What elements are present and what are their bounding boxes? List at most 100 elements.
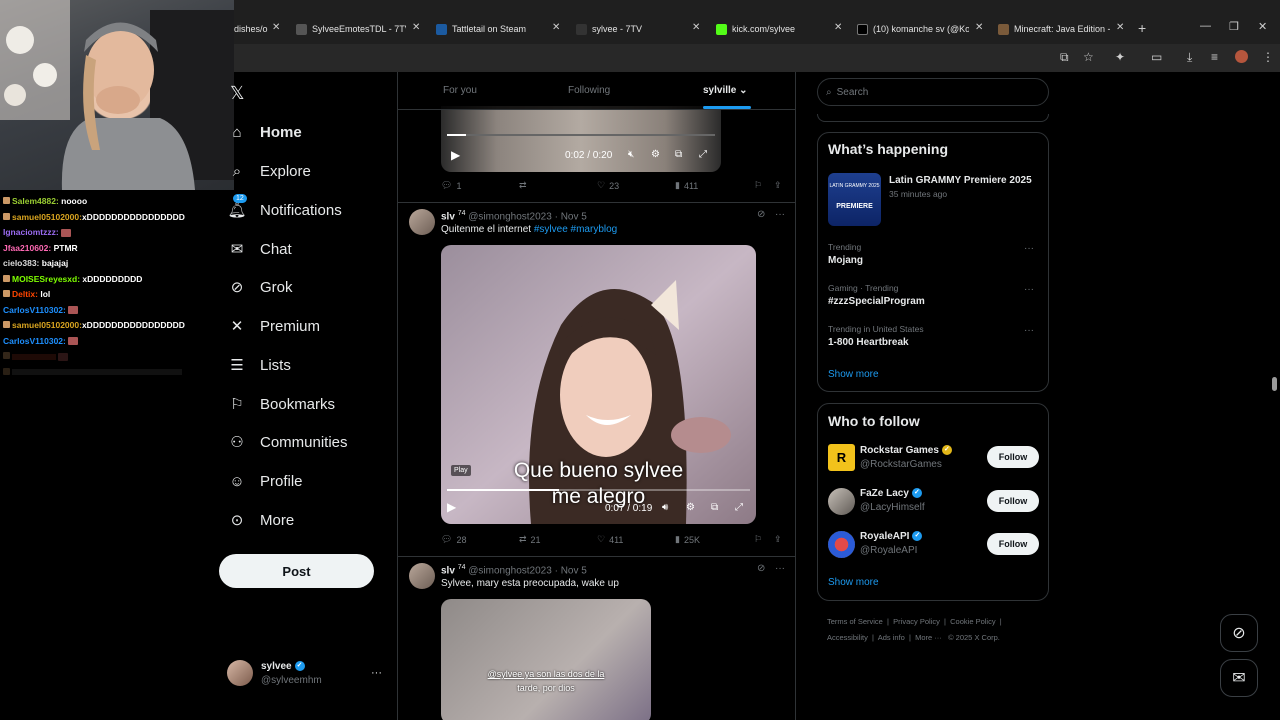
close-icon[interactable]: ✕ (412, 22, 420, 33)
post-button[interactable]: Post (219, 554, 374, 588)
tweet-date[interactable]: · Nov 5 (555, 211, 587, 222)
bookmark-button[interactable]: ⚐ (754, 180, 762, 191)
tab-following[interactable]: Following (568, 85, 610, 96)
nav-profile[interactable]: ☺ Profile (228, 466, 302, 496)
profile-icon[interactable] (1235, 50, 1248, 63)
video-player[interactable]: ▶ 0:02 / 0:20 🔇︎ ⚙ ⧉ ⤢ (441, 106, 721, 172)
download-icon[interactable]: ⤓ (1187, 50, 1192, 65)
close-icon[interactable]: ✕ (552, 22, 560, 33)
messages-float-button[interactable]: ✉ (1220, 659, 1258, 697)
fullscreen-icon[interactable]: ⤢ (699, 149, 707, 160)
author-name[interactable]: slv (441, 565, 455, 576)
extensions-icon[interactable]: ✦ (1115, 50, 1125, 64)
footer-link[interactable]: Privacy Policy (893, 617, 940, 626)
fullscreen-icon[interactable]: ⤢ (735, 502, 743, 513)
show-more-link[interactable]: Show more (828, 577, 879, 588)
avatar[interactable] (227, 660, 253, 686)
close-icon[interactable]: ✕ (1116, 22, 1124, 33)
tweet-date[interactable]: · Nov 5 (555, 565, 587, 576)
like-button[interactable]: ♡ 411 (597, 534, 623, 545)
show-more-link[interactable]: Show more (828, 369, 879, 380)
play-icon[interactable]: ▶ (447, 500, 456, 514)
footer-link[interactable]: Accessibility (827, 633, 868, 642)
new-tab-button[interactable]: + (1138, 20, 1146, 36)
timeline[interactable]: For you Following sylville ⌄ ▶ 0:02 / 0:… (397, 72, 796, 720)
restore-icon[interactable]: ❐ (1229, 20, 1239, 33)
more-icon[interactable]: ··· (1024, 243, 1034, 254)
hashtag-link[interactable]: #sylvee (534, 224, 568, 235)
browser-tab[interactable]: Tattletail on Steam (436, 19, 546, 39)
browser-tab[interactable]: Minecraft: Java Edition - S (998, 19, 1110, 39)
hashtag-link[interactable]: #maryblog (571, 224, 618, 235)
account-switcher[interactable]: sylvee ✓ (261, 661, 305, 672)
nav-notifications[interactable]: 🔔︎ 12 Notifications (227, 194, 342, 225)
follow-button[interactable]: Follow (987, 446, 1039, 468)
nav-grok[interactable]: ⊘ Grok (228, 272, 293, 302)
royaleapi-logo-icon[interactable] (828, 531, 855, 558)
tab-sylville[interactable]: sylville ⌄ (703, 85, 748, 96)
nav-communities[interactable]: ⚇ Communities (228, 427, 347, 457)
views-button[interactable]: ▮ 25K (675, 534, 700, 545)
settings-icon[interactable]: ⚙ (651, 149, 660, 160)
more-icon[interactable]: ··· (775, 209, 785, 220)
trend-name[interactable]: 1-800 Heartbreak (828, 337, 909, 348)
author-handle[interactable]: @simonghost2023 (468, 565, 552, 576)
follow-account-name[interactable]: FaZe Lacy ✓ (860, 488, 922, 499)
bookmark-button[interactable]: ⚐ (754, 534, 762, 545)
nav-lists[interactable]: ☰ Lists (228, 350, 291, 380)
follow-button[interactable]: Follow (987, 533, 1039, 555)
trend-name[interactable]: Mojang (828, 255, 863, 266)
pip-icon[interactable]: ⧉ (711, 502, 718, 513)
share-button[interactable]: ⇪ (774, 180, 782, 191)
trend-name[interactable]: #zzzSpecialProgram (828, 296, 925, 307)
close-icon[interactable]: ✕ (692, 22, 700, 33)
reply-button[interactable]: 💬︎ 28 (441, 534, 466, 545)
more-icon[interactable]: ··· (775, 563, 785, 574)
video-progress-track[interactable] (447, 134, 715, 136)
grammy-thumbnail[interactable]: LATIN GRAMMY 2025 PREMIERE (828, 173, 881, 226)
mute-icon[interactable]: 🔇︎ (628, 149, 634, 160)
nav-explore[interactable]: ⌕ Explore (228, 156, 311, 186)
featured-title[interactable]: Latin GRAMMY Premiere 2025 (889, 175, 1032, 186)
media-icon[interactable]: ≡ (1211, 50, 1218, 64)
close-icon[interactable]: ✕ (834, 22, 842, 33)
account-menu-icon[interactable]: ··· (371, 667, 382, 679)
rockstar-logo-icon[interactable]: R (828, 444, 855, 471)
volume-icon[interactable]: 🔊︎ (662, 502, 668, 513)
follow-account-name[interactable]: Rockstar Games ✓ (860, 445, 952, 456)
minimize-icon[interactable]: — (1200, 20, 1211, 32)
like-button[interactable]: ♡ 23 (597, 180, 619, 191)
search-input[interactable]: ⌕ Search (817, 78, 1049, 106)
browser-tab[interactable]: (10) komanche sv (@Koma (857, 19, 969, 39)
footer-link[interactable]: More ··· (915, 633, 942, 642)
author-handle[interactable]: @simonghost2023 (468, 211, 552, 222)
nav-premium[interactable]: ✕ Premium (228, 311, 320, 341)
menu-icon[interactable]: ⋮ (1262, 50, 1274, 64)
reply-button[interactable]: 💬︎ 1 (441, 180, 461, 191)
repost-button[interactable]: ⇄ (519, 180, 531, 191)
share-button[interactable]: ⇪ (774, 534, 782, 545)
follow-button[interactable]: Follow (987, 490, 1039, 512)
close-icon[interactable]: ✕ (975, 22, 983, 33)
video-progress-track[interactable] (447, 489, 750, 491)
install-icon[interactable]: ⧉ (1060, 50, 1069, 65)
close-icon[interactable]: ✕ (272, 22, 280, 33)
browser-tab[interactable]: sylvee - 7TV (576, 19, 686, 39)
nav-bookmarks[interactable]: ⚐ Bookmarks (228, 389, 335, 419)
follow-account-name[interactable]: RoyaleAPI ✓ (860, 531, 923, 542)
bookmark-star-icon[interactable]: ☆ (1083, 50, 1094, 64)
video-player[interactable]: Play Que bueno sylvee me alegro ▶ 0:07 /… (441, 245, 756, 524)
more-icon[interactable]: ··· (1024, 325, 1034, 336)
views-button[interactable]: ▮ 411 (675, 180, 698, 191)
browser-tab[interactable]: kick.com/sylvee (716, 19, 826, 39)
avatar[interactable] (828, 488, 855, 515)
grok-icon[interactable]: ⊘ (757, 563, 765, 574)
grok-float-button[interactable]: ⊘ (1220, 614, 1258, 652)
window-close-icon[interactable]: ✕ (1258, 20, 1267, 33)
nav-chat[interactable]: ✉ Chat (228, 234, 292, 264)
scrollbar-thumb[interactable] (1272, 377, 1277, 391)
video-player[interactable]: @sylvee ya son las dos de la tarde, por … (441, 599, 651, 720)
browser-tab[interactable]: SylveeEmotesTDL - 7TV (296, 19, 406, 39)
footer-link[interactable]: Terms of Service (827, 617, 883, 626)
settings-icon[interactable]: ⚙ (686, 502, 695, 513)
